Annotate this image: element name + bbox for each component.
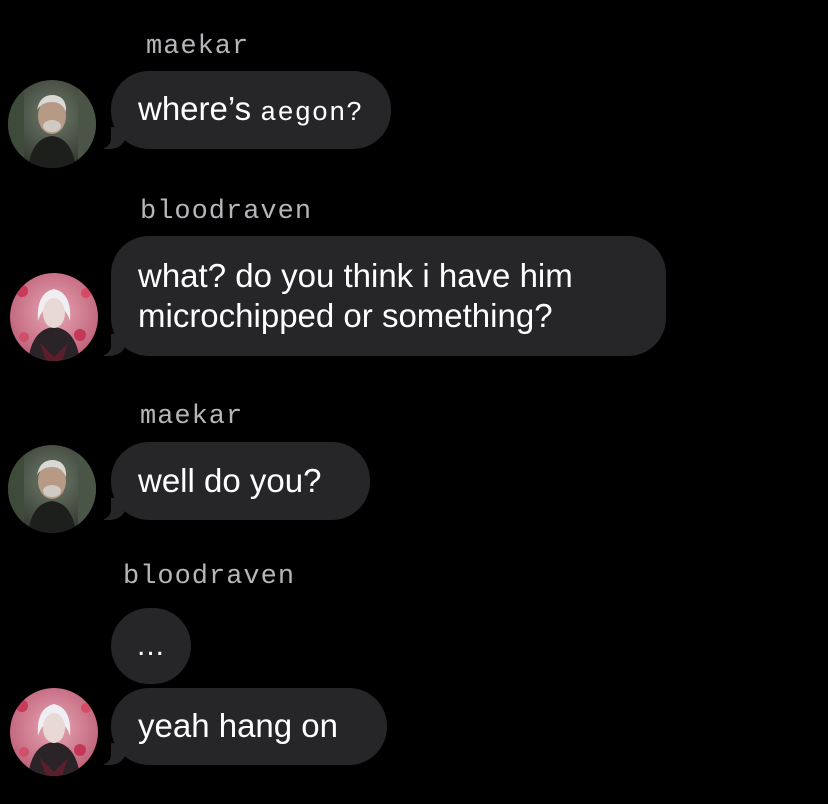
avatar-bloodraven[interactable] (10, 688, 98, 776)
sender-name-bloodraven: bloodraven (140, 197, 313, 227)
grey-haired-man-portrait (8, 445, 96, 533)
message-bubble[interactable]: what? do you think i have him microchipp… (97, 236, 666, 356)
sender-name-maekar: maekar (140, 402, 244, 432)
white-haired-figure-portrait (10, 688, 98, 776)
message-text: well do you? (138, 461, 322, 499)
message-text: where’s aegon? (138, 90, 364, 130)
message-text: ... (136, 628, 165, 662)
avatar-maekar[interactable] (8, 80, 96, 168)
message-bubble-ellipsis[interactable]: ... (111, 608, 191, 684)
sender-name-maekar: maekar (146, 32, 250, 62)
grey-haired-man-portrait (8, 80, 96, 168)
message-bubble[interactable]: where’s aegon? (97, 71, 391, 149)
message-bubble[interactable]: well do you? (97, 442, 370, 520)
avatar-bloodraven[interactable] (10, 273, 98, 361)
white-haired-figure-portrait (10, 273, 98, 361)
message-text: what? do you think i have him microchipp… (138, 256, 573, 334)
message-bubble[interactable]: yeah hang on (97, 688, 387, 765)
sender-name-bloodraven: bloodraven (123, 562, 296, 592)
message-text: yeah hang on (138, 707, 339, 745)
avatar-maekar[interactable] (8, 445, 96, 533)
